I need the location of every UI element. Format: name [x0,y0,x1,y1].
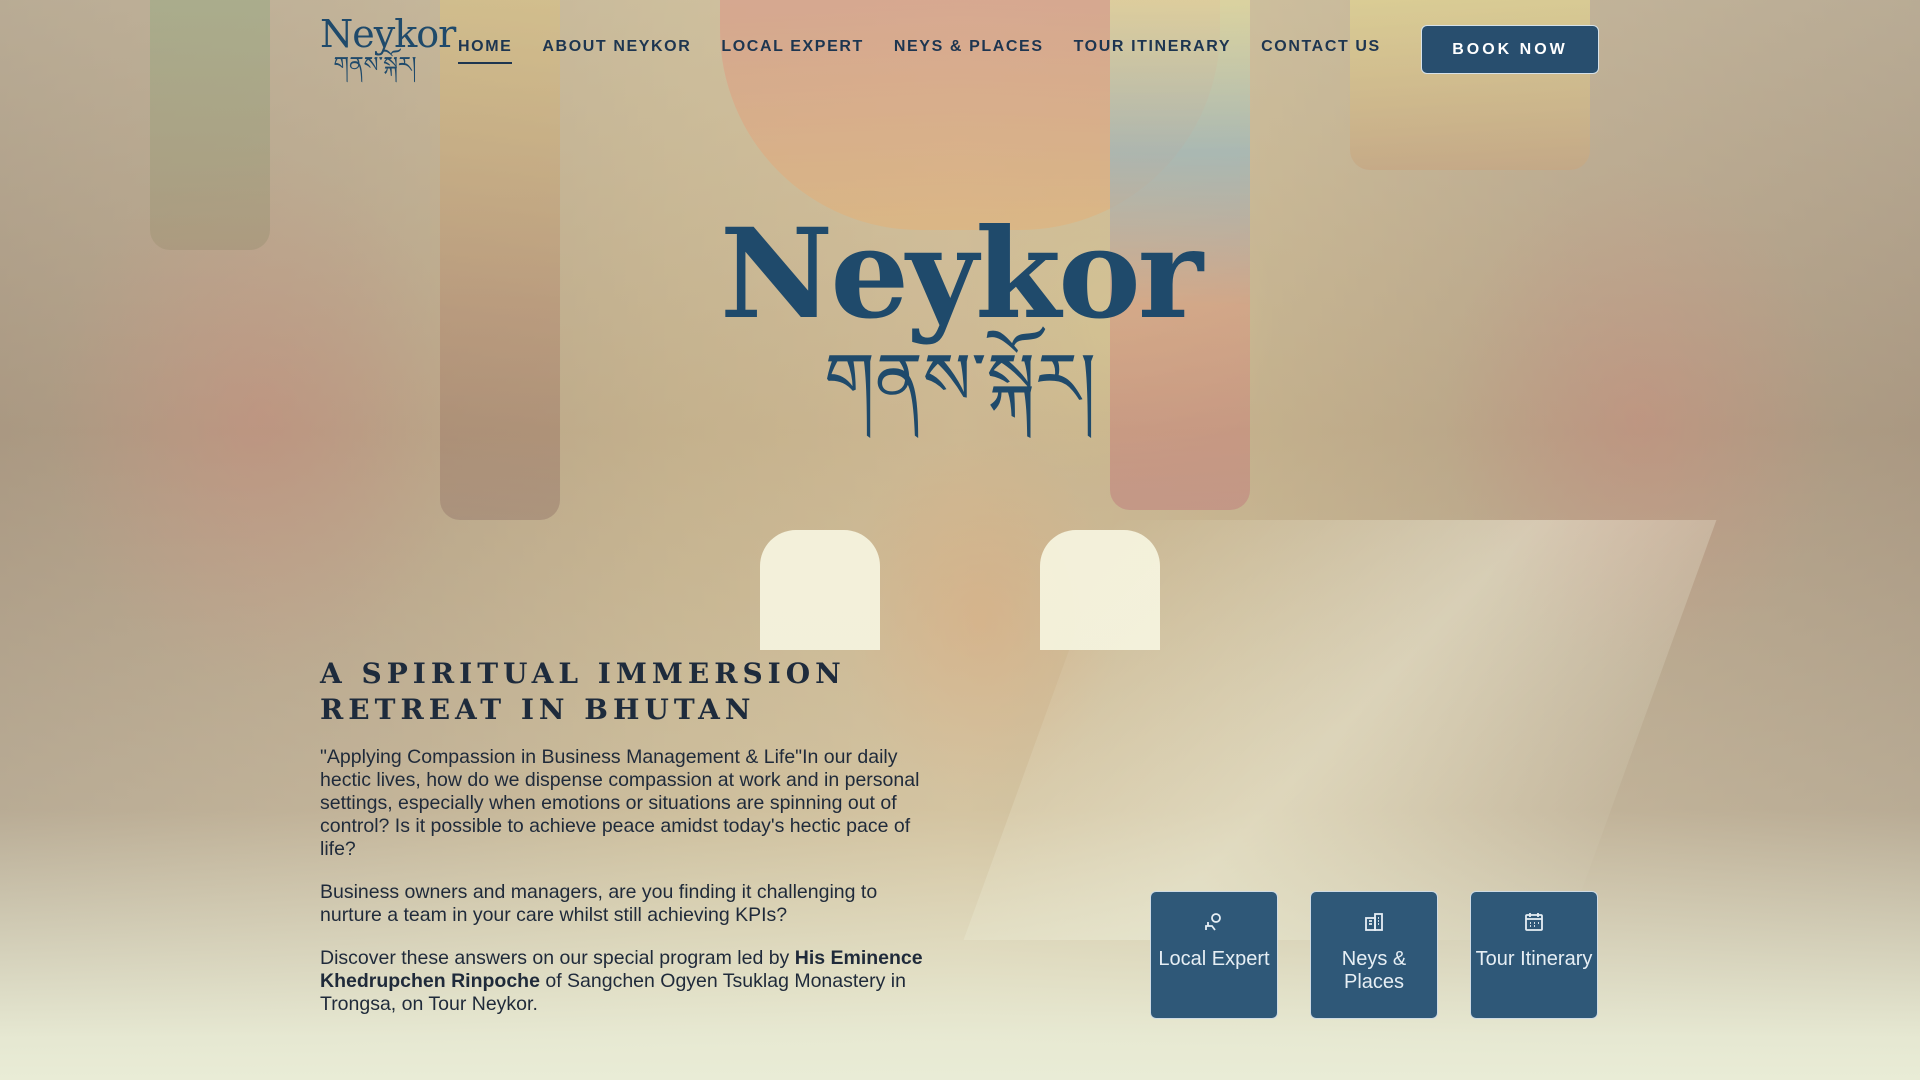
nav-item-tour-itinerary[interactable]: TOUR ITINERARY [1074,38,1232,64]
hero-tibetan-text: གནས་སྐོར། [824,337,1096,421]
quick-links: Local Expert Neys & Places Tour Itinerar… [1150,891,1598,1019]
intro-subtitle: A SPIRITUAL IMMERSION RETREAT IN BHUTAN [320,656,940,728]
nav-item-contact-us[interactable]: CONTACT US [1261,38,1381,64]
neys-places-card[interactable]: Neys & Places [1310,891,1438,1019]
intro-paragraph-3-start: Discover these answers on our special pr… [320,947,795,969]
intro-subtitle-line2: RETREAT IN BHUTAN [320,693,756,726]
background-overlay [0,0,1920,1080]
intro-paragraph-3: Discover these answers on our special pr… [320,947,940,1016]
hero-title: Neykor གནས་སྐོར། [660,210,1260,424]
book-now-button[interactable]: BOOK NOW [1421,25,1599,74]
tour-itinerary-card[interactable]: Tour Itinerary [1470,891,1598,1019]
nav-item-local-expert[interactable]: LOCAL EXPERT [721,38,863,64]
site-logo[interactable]: Neykor གནས་སྐོར། [320,12,456,78]
calendar-icon [1525,913,1543,931]
logo-text: Neykor [320,12,456,56]
card-label: Neys & Places [1341,948,1407,993]
intro-paragraph-1: "Applying Compassion in Business Managem… [320,746,920,860]
intro-section: A SPIRITUAL IMMERSION RETREAT IN BHUTAN … [320,656,940,1036]
intro-paragraph-2: Business owners and managers, are you fi… [320,881,878,926]
site-header: Neykor གནས་སྐོར། HOME ABOUT NEYKOR LOCAL… [0,0,1920,100]
main-nav: HOME ABOUT NEYKOR LOCAL EXPERT NEYS & PL… [458,38,1411,64]
local-expert-card[interactable]: Local Expert [1150,891,1278,1019]
card-label: Tour Itinerary [1475,948,1593,970]
intro-subtitle-line1: A SPIRITUAL IMMERSION [320,657,846,690]
nav-item-about-neykor[interactable]: ABOUT NEYKOR [542,38,691,64]
building-icon [1365,913,1383,931]
nav-item-home[interactable]: HOME [458,38,513,64]
hero-title-text: Neykor [719,202,1203,347]
card-label: Local Expert [1158,948,1270,970]
nav-item-neys-places[interactable]: NEYS & PLACES [894,38,1044,64]
person-icon [1205,913,1221,931]
logo-tibetan-text: གནས་སྐོར། [333,53,417,78]
